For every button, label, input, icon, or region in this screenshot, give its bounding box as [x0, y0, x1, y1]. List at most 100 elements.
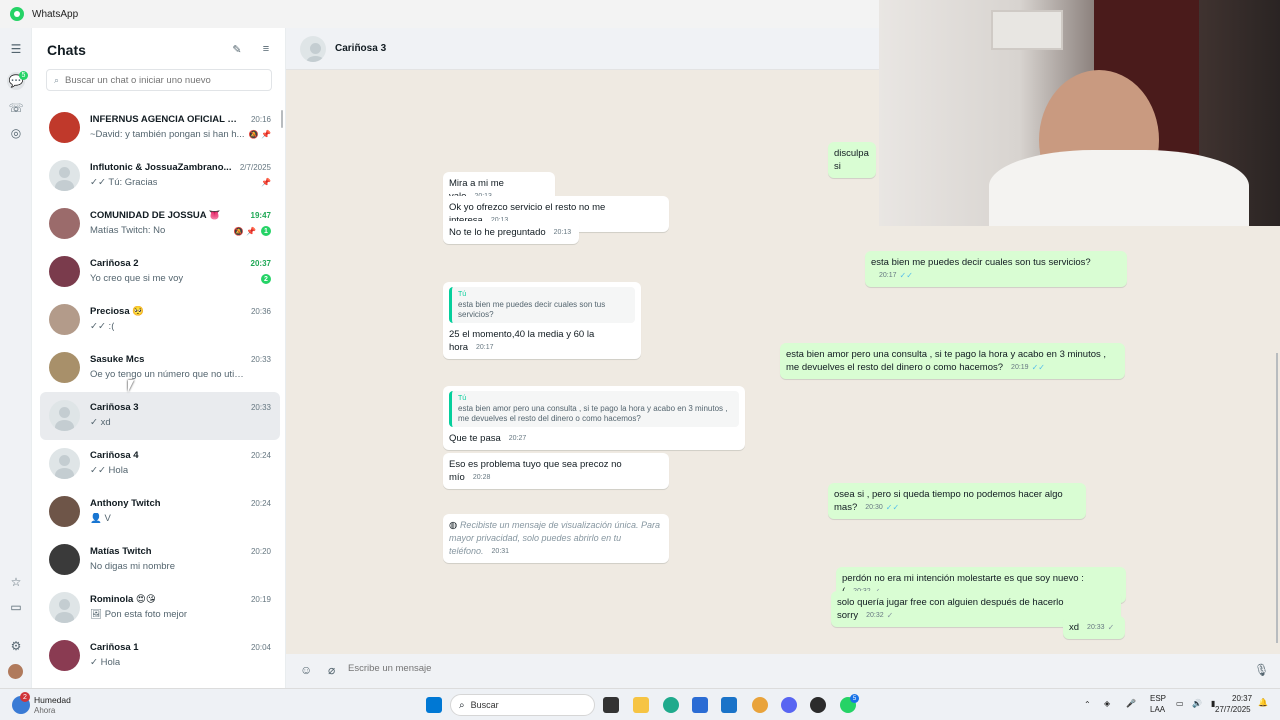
- discord-icon[interactable]: [781, 697, 797, 713]
- attach-icon[interactable]: ⌀: [328, 663, 335, 677]
- chat-name: Matías Twitch: [90, 546, 152, 557]
- outgoing-message[interactable]: esta bien amor pero una consulta , si te…: [780, 343, 1125, 379]
- chat-time: 20:24: [250, 451, 271, 460]
- volume-icon[interactable]: 🔊: [1192, 699, 1202, 708]
- microphone-icon[interactable]: 🎙: [1254, 663, 1269, 677]
- chat-list-item[interactable]: COMUNIDAD DE JOSSUA 👅 19:47 Matías Twitch:…: [40, 200, 280, 248]
- chat-avatar[interactable]: [49, 496, 80, 527]
- app-title: WhatsApp: [32, 8, 79, 20]
- network-icon[interactable]: ▭: [1176, 699, 1184, 708]
- tray-app-icon[interactable]: ◈: [1104, 699, 1110, 708]
- chat-list-item[interactable]: Matías Twitch 20:20 No digas mi nombre: [40, 536, 280, 584]
- chat-preview: 🖼 Pon esta foto mejor: [90, 609, 188, 620]
- chat-avatar[interactable]: [49, 448, 80, 479]
- emoji-icon[interactable]: ☺: [300, 663, 312, 677]
- language-label[interactable]: ESP: [1150, 694, 1166, 703]
- status-icon[interactable]: ◎: [8, 125, 24, 141]
- tray-overflow-icon[interactable]: ⌃: [1084, 700, 1091, 709]
- message-input[interactable]: [348, 663, 1208, 674]
- outgoing-message[interactable]: disculpa si: [828, 142, 876, 178]
- store-icon[interactable]: [692, 697, 708, 713]
- chat-avatar[interactable]: [49, 352, 80, 383]
- task-view-icon[interactable]: [603, 697, 619, 713]
- chat-list-item[interactable]: Rominola 😍😘 20:19 🖼 Pon esta foto mejor: [40, 584, 280, 632]
- new-chat-icon[interactable]: ✎: [230, 42, 244, 56]
- contact-avatar[interactable]: [300, 36, 326, 62]
- contact-name[interactable]: Cariñosa 3: [335, 43, 386, 54]
- notification-icon[interactable]: 🔔: [1258, 698, 1268, 707]
- chat-list-item[interactable]: Cariñosa 2 20:37 Yo creo que si me voy 2: [40, 248, 280, 296]
- chat-time: 20:36: [250, 307, 271, 316]
- chat-avatar[interactable]: [49, 544, 80, 575]
- chat-avatar[interactable]: [49, 256, 80, 287]
- chat-preview: Oe yo tengo un número que no utilizo...: [90, 369, 245, 380]
- incoming-message[interactable]: ◍ Recibiste un mensaje de visualización …: [443, 514, 669, 563]
- chat-time: 20:16: [250, 115, 271, 124]
- outgoing-message[interactable]: osea si , pero si queda tiempo no podemo…: [828, 483, 1086, 519]
- chat-avatar[interactable]: [49, 640, 80, 671]
- message-time: 20:30: [865, 504, 883, 511]
- chat-list-item[interactable]: Sasuke Mcs 20:33 Oe yo tengo un número que…: [40, 344, 280, 392]
- chat-meta: 2: [261, 274, 271, 284]
- search-input[interactable]: [65, 74, 256, 86]
- chat-avatar[interactable]: [49, 160, 80, 191]
- incoming-message[interactable]: Tú esta bien amor pero una consulta , si …: [443, 386, 745, 450]
- settings-icon[interactable]: ⚙: [8, 638, 24, 654]
- chat-time: 20:24: [250, 499, 271, 508]
- profile-avatar[interactable]: [8, 664, 23, 679]
- chat-list-item[interactable]: Cariñosa 3 20:33 ✓ xd: [40, 392, 280, 440]
- chat-time: 20:37: [250, 259, 271, 268]
- calls-icon[interactable]: ☏: [8, 100, 24, 116]
- windows-start-icon[interactable]: [426, 697, 442, 713]
- menu-icon[interactable]: ☰: [8, 41, 24, 57]
- message-time: 20:13: [553, 229, 572, 236]
- chat-avatar[interactable]: [49, 208, 80, 239]
- chats-title: Chats: [47, 42, 86, 58]
- filter-icon[interactable]: ≡: [259, 42, 273, 56]
- chat-avatar[interactable]: [49, 304, 80, 335]
- quoted-reply[interactable]: Tú esta bien me puedes decir cuales son t…: [449, 287, 635, 323]
- chat-avatar[interactable]: [49, 400, 80, 431]
- language-sub[interactable]: LAA: [1150, 705, 1165, 714]
- archived-icon[interactable]: ▭: [8, 599, 24, 615]
- chat-preview: ✓✓ :(: [90, 321, 115, 332]
- message-scrollbar[interactable]: [1276, 353, 1278, 643]
- quoted-reply[interactable]: Tú esta bien amor pero una consulta , si …: [449, 391, 739, 427]
- chat-time: 2/7/2025: [239, 163, 271, 172]
- chat-list-item[interactable]: Influtonic & JossuaZambrano... 2/7/2025 ✓✓…: [40, 152, 280, 200]
- chat-name: Cariñosa 1: [90, 642, 139, 653]
- incoming-message[interactable]: No te lo he preguntado 20:13: [443, 221, 579, 244]
- chat-name: Preciosa 🥺: [90, 306, 145, 317]
- chat-list-item[interactable]: Cariñosa 4 20:24 ✓✓ Hola: [40, 440, 280, 488]
- chat-list-item[interactable]: Preciosa 🥺 20:36 ✓✓ :(: [40, 296, 280, 344]
- chat-list-item[interactable]: Anthony Twitch 20:24 👤 V: [40, 488, 280, 536]
- chat-list-scrollbar[interactable]: [281, 110, 283, 128]
- incoming-message[interactable]: Eso es problema tuyo que sea precoz no m…: [443, 453, 669, 489]
- taskbar-search[interactable]: ⌕ Buscar: [450, 694, 595, 716]
- chat-preview: ✓✓ Tú: Gracias: [90, 177, 158, 188]
- outgoing-message[interactable]: esta bien me puedes decir cuales son tus…: [865, 251, 1127, 287]
- chat-avatar[interactable]: [49, 592, 80, 623]
- air-conditioner: [991, 10, 1063, 50]
- chrome-icon[interactable]: [752, 697, 768, 713]
- search-box[interactable]: ⌕: [46, 69, 272, 91]
- starred-icon[interactable]: ☆: [8, 574, 24, 590]
- chat-status-icons: 📌: [261, 178, 271, 187]
- chat-list-item[interactable]: INFERNUS AGENCIA OFICIAL DE... 20:16 ~Davi…: [40, 104, 280, 152]
- chat-list-panel: Chats ✎ ≡ ⌕ INFERNUS AGENCIA OFICIAL DE.…: [32, 28, 286, 688]
- chat-list-item[interactable]: Cariñosa 1 20:04 ✓ Hola: [40, 632, 280, 680]
- chat-avatar[interactable]: [49, 112, 80, 143]
- edge-icon[interactable]: [663, 697, 679, 713]
- chat-preview: ✓✓ Hola: [90, 465, 129, 476]
- outlook-icon[interactable]: [721, 697, 737, 713]
- clock-time[interactable]: 20:37: [1232, 694, 1252, 703]
- clock-date[interactable]: 27/7/2025: [1215, 705, 1251, 714]
- file-explorer-icon[interactable]: [633, 697, 649, 713]
- weather-label[interactable]: Humedad: [34, 695, 71, 705]
- unread-badge: 1: [261, 226, 271, 236]
- tray-mic-icon[interactable]: 🎤: [1126, 699, 1136, 708]
- obs-icon[interactable]: [810, 697, 826, 713]
- outgoing-message[interactable]: xd 20:33 ✓: [1063, 616, 1125, 639]
- message-time: 20:33: [1087, 624, 1105, 631]
- incoming-message[interactable]: Tú esta bien me puedes decir cuales son t…: [443, 282, 641, 359]
